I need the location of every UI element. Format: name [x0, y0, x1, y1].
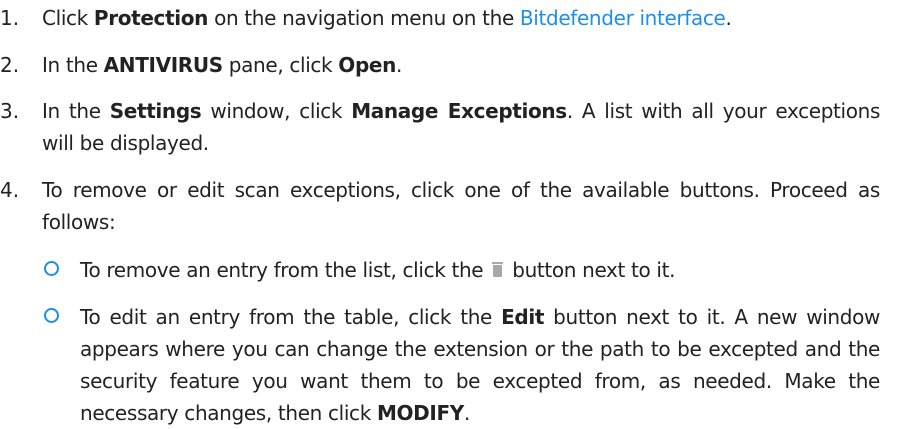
step-3: 3. In the Settings window, click Manage …: [0, 95, 880, 159]
open-label: Open: [338, 53, 397, 77]
circle-bullet-icon: [42, 301, 80, 333]
manage-exceptions-label: Manage Exceptions: [351, 99, 567, 123]
step-1: 1. Click Protection on the navigation me…: [0, 2, 880, 34]
substep-text: To edit an entry from the table, click t…: [80, 305, 880, 425]
trash-icon: [492, 262, 504, 278]
step-text: In the ANTIVIRUS pane, click Open.: [42, 53, 403, 77]
substep-remove: To remove an entry from the list, click …: [42, 254, 880, 286]
step-text: Click Protection on the navigation menu …: [42, 6, 732, 30]
bitdefender-interface-link[interactable]: Bitdefender interface: [520, 6, 726, 30]
settings-label: Settings: [109, 99, 202, 123]
circle-bullet-icon: [42, 254, 80, 286]
step-4: 4. To remove or edit scan exceptions, cl…: [0, 174, 880, 238]
antivirus-label: ANTIVIRUS: [103, 53, 223, 77]
step-2: 2. In the ANTIVIRUS pane, click Open.: [0, 49, 880, 81]
step-number: 1.: [0, 6, 20, 30]
substep-text: To remove an entry from the list, click …: [80, 258, 676, 282]
protection-label: Protection: [93, 6, 209, 30]
step-number: 4.: [0, 178, 20, 202]
edit-label: Edit: [501, 305, 545, 329]
instructions-document: 1. Click Protection on the navigation me…: [0, 0, 905, 425]
substep-edit: To edit an entry from the table, click t…: [42, 301, 880, 429]
step-text: To remove or edit scan exceptions, click…: [42, 178, 880, 234]
step-number: 3.: [0, 99, 20, 123]
modify-label: MODIFY: [376, 401, 464, 425]
step-number: 2.: [0, 53, 20, 77]
step-text: In the Settings window, click Manage Exc…: [42, 99, 881, 155]
